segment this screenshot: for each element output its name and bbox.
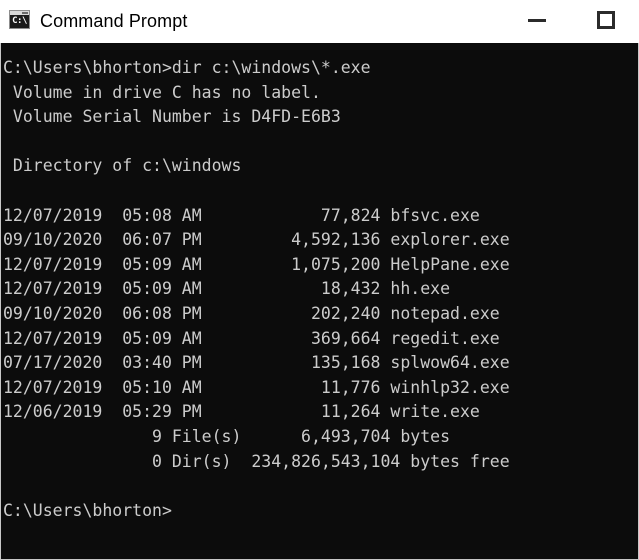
title-bar[interactable]: C:\ Command Prompt <box>0 0 639 43</box>
minimize-icon <box>528 19 546 22</box>
maximize-button[interactable] <box>583 0 629 40</box>
console-output-area[interactable]: C:\Users\bhorton>dir c:\windows\*.exe Vo… <box>0 43 639 560</box>
command-prompt-icon: C:\ <box>9 10 30 29</box>
console-text: C:\Users\bhorton>dir c:\windows\*.exe Vo… <box>3 58 510 520</box>
maximize-icon <box>597 11 615 29</box>
command-prompt-window: C:\ Command Prompt C:\Users\bhorton>dir … <box>0 0 639 560</box>
window-title: Command Prompt <box>40 11 188 31</box>
icon-prompt-glyph: C:\ <box>12 16 27 26</box>
minimize-button[interactable] <box>514 0 560 40</box>
